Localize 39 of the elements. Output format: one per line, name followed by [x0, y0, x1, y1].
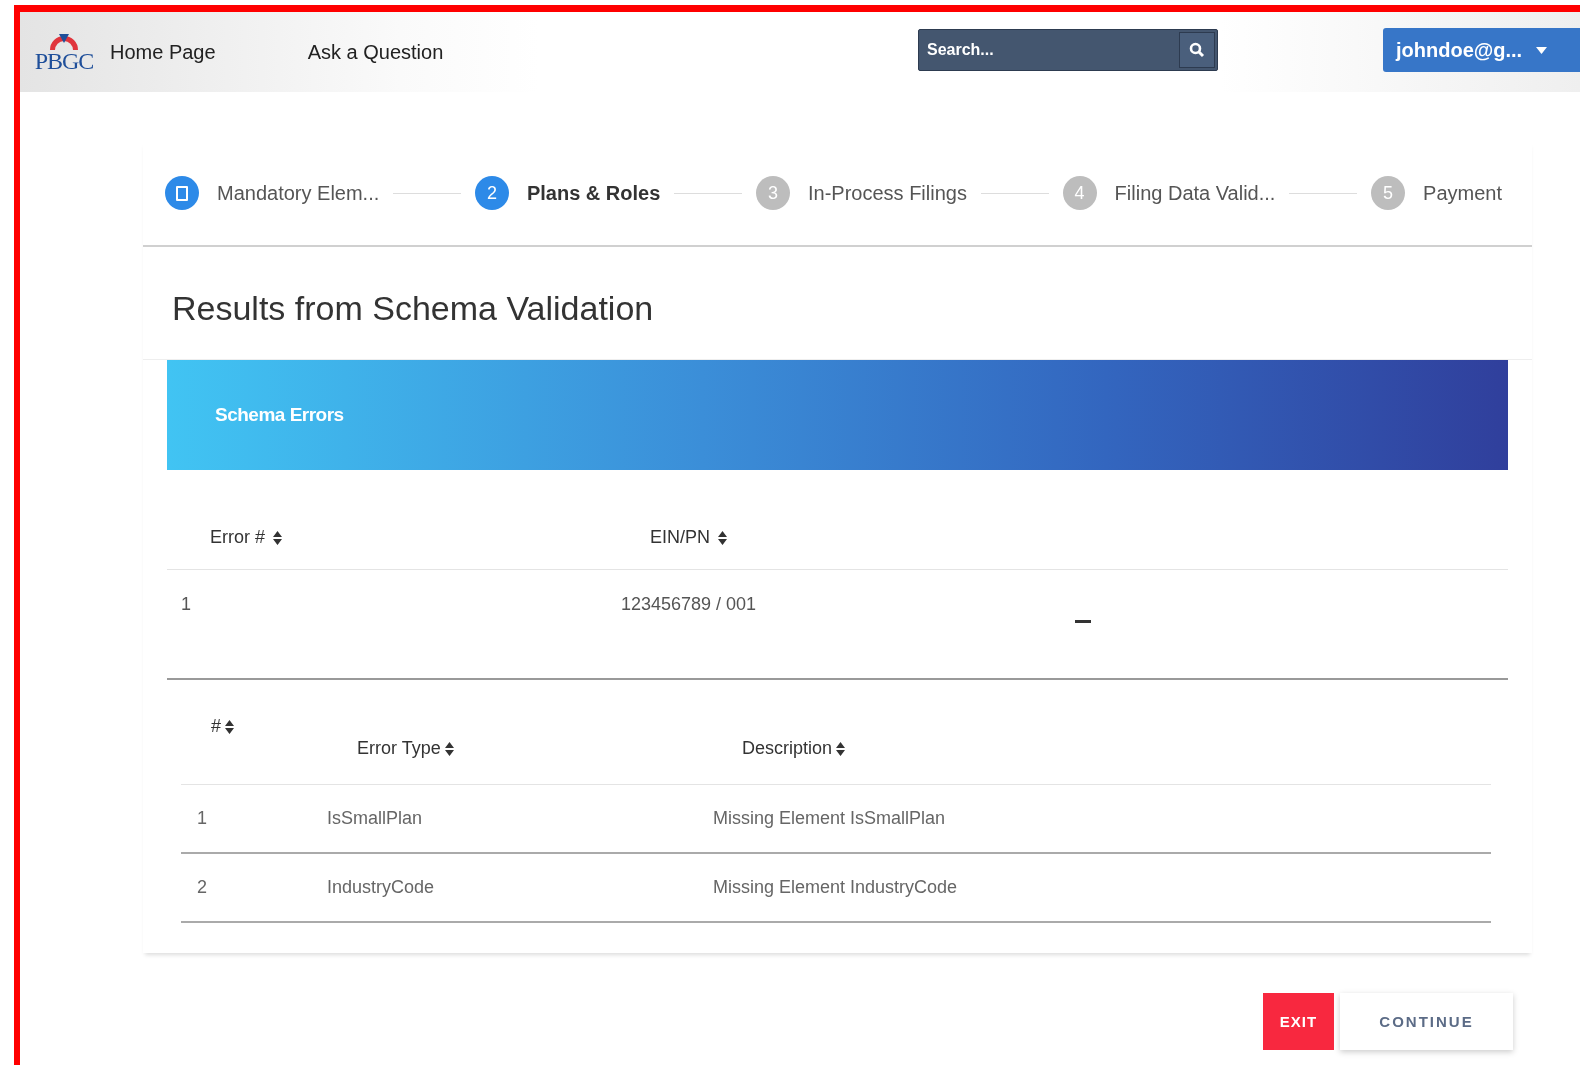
- table-cell-text: IndustryCode: [327, 877, 436, 898]
- action-button[interactable]: CONTINUE: [1340, 993, 1513, 1050]
- step-done-icon[interactable]: [165, 176, 199, 210]
- table-cell-text: 1: [181, 593, 192, 616]
- nav-link[interactable]: Ask a Question: [307, 40, 444, 64]
- step-label[interactable]: Filing Data Valid...: [1114, 181, 1276, 205]
- logo-text: PBGC: [34, 50, 94, 72]
- sort-icon: [718, 530, 727, 545]
- search-icon: [1189, 42, 1205, 58]
- sort-icon: [225, 719, 234, 734]
- column-header[interactable]: Error Type: [357, 738, 454, 759]
- table-cell-text: 2: [197, 877, 208, 898]
- step-label[interactable]: Mandatory Elem...: [217, 181, 380, 205]
- step-label[interactable]: Payment: [1423, 181, 1502, 205]
- search-button[interactable]: [1179, 32, 1215, 68]
- caret-icon: [1536, 46, 1548, 54]
- sort-icon: [444, 741, 454, 756]
- step-label[interactable]: In-Process Filings: [808, 181, 967, 205]
- banner-title: Schema Errors: [215, 404, 344, 426]
- step-label[interactable]: Plans & Roles: [526, 181, 661, 205]
- user-menu-button[interactable]: johndoe@g...: [1383, 28, 1580, 72]
- column-header[interactable]: Error #: [210, 527, 650, 548]
- table-cell-text: Missing Element IndustryCode: [713, 877, 959, 898]
- table-cell-text: IsSmallPlan: [327, 808, 424, 829]
- table-cell-text: 123456789 / 001: [621, 593, 757, 616]
- search-box[interactable]: Search...: [918, 29, 1218, 71]
- nav-link[interactable]: Home Page: [110, 40, 216, 64]
- table-cell-text: Missing Element IsSmallPlan: [713, 808, 947, 829]
- arch-icon: [47, 32, 81, 50]
- column-header[interactable]: Description: [742, 738, 846, 759]
- step-number[interactable]: 2: [474, 176, 509, 210]
- sort-icon: [273, 530, 282, 545]
- table-cell-text: 1: [197, 808, 208, 829]
- sort-icon: [836, 741, 846, 756]
- column-header[interactable]: EIN/PN: [650, 527, 1050, 548]
- search-field[interactable]: Search...: [919, 30, 1177, 70]
- logo[interactable]: PBGC: [34, 32, 94, 72]
- action-button[interactable]: EXIT: [1263, 993, 1334, 1050]
- column-header[interactable]: #: [211, 716, 234, 737]
